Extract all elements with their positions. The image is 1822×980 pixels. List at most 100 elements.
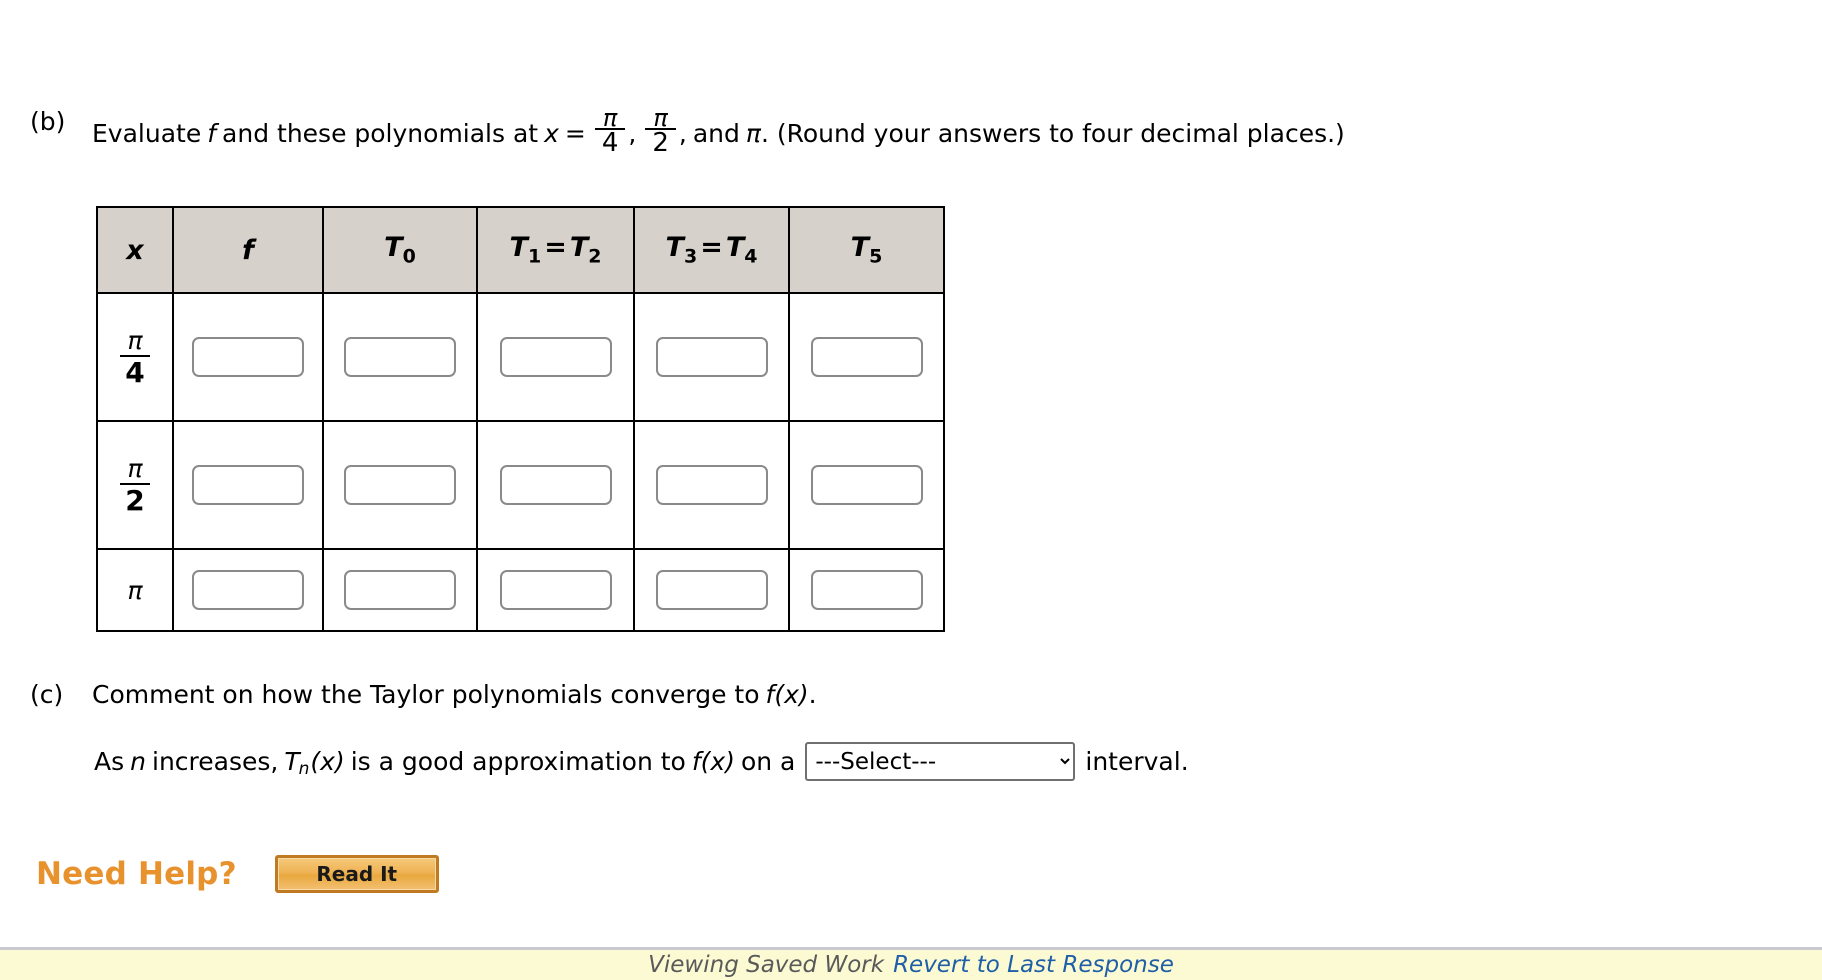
header-text-2: T [725, 232, 745, 264]
answer-input-t5-pi4[interactable] [810, 337, 923, 377]
answer-input-f-pi[interactable] [192, 570, 304, 610]
need-help-section: Need Help? Read It [36, 855, 439, 893]
table-body: π 4 π 2 π [96, 292, 945, 632]
evaluation-table: x f T0 T1 = T2 T3 = T4 T5 π 4 π 2 π [96, 206, 945, 632]
column-header-t1-eq-t2: T1 = T2 [476, 206, 635, 294]
part-b-var-x: x [544, 118, 559, 148]
header-subscript-2: 2 [588, 245, 602, 268]
answer-input-t12-pi[interactable] [499, 570, 612, 610]
interval-select-dropdown[interactable]: ---Select--- [805, 742, 1076, 781]
fraction-denominator: 4 [601, 128, 619, 158]
answer-input-f-pi2[interactable] [192, 465, 304, 505]
answer-input-t5-pi2[interactable] [810, 465, 923, 505]
header-subscript: 5 [869, 245, 883, 268]
table-row: π 4 [96, 292, 945, 422]
part-b-text-1: Evaluate [92, 118, 202, 148]
header-text: T [384, 232, 403, 264]
answer-input-t0-pi[interactable] [344, 570, 456, 610]
table-header: x f T0 T1 = T2 T3 = T4 T5 [96, 206, 945, 294]
part-c-prompt: (c) Comment on how the Taylor polynomial… [30, 682, 817, 707]
fraction-denominator: 2 [125, 483, 145, 517]
cell-t0-row1 [322, 292, 478, 422]
need-help-label: Need Help? [36, 856, 237, 892]
answer-input-t0-pi4[interactable] [344, 337, 456, 377]
fraction-denominator: 2 [652, 128, 669, 158]
cell-t0-row3 [322, 548, 478, 632]
answer-input-t5-pi[interactable] [810, 570, 923, 610]
table-row: π 2 [96, 420, 945, 550]
header-subscript-2: 4 [744, 245, 758, 268]
fraction-numerator: π [127, 325, 143, 355]
part-b-text: Evaluate f and these polynomials at x = … [92, 96, 1345, 157]
read-it-button[interactable]: Read It [274, 855, 439, 893]
fraction-pi-over-2: π 2 [645, 104, 676, 158]
header-text: f [242, 234, 254, 266]
header-equals: = [700, 232, 723, 264]
part-b-equals: = [564, 118, 586, 148]
row-label-pi-over-2: π 2 [96, 420, 174, 550]
answer-input-f-pi4[interactable] [192, 337, 304, 377]
worksheet-page: (b) Evaluate f and these polynomials at … [0, 0, 1822, 980]
row-label-pi: π [96, 548, 174, 632]
revert-to-last-response-link[interactable]: Revert to Last Response [893, 952, 1174, 978]
fraction-label: π 2 [120, 456, 150, 515]
column-header-t5: T5 [788, 206, 945, 294]
header-text: T [665, 232, 684, 264]
part-b-text-2: and these polynomials at [222, 118, 539, 148]
line2-text-5: interval. [1085, 747, 1189, 776]
viewing-saved-work-text: Viewing Saved Work [648, 952, 885, 978]
line2-fx: f(x) [691, 747, 735, 776]
column-header-f: f [172, 206, 324, 294]
part-b-text-4: . (Round your answers to four decimal pl… [760, 118, 1345, 148]
pi-label: π [127, 578, 142, 603]
part-b-comma-2: , [678, 118, 687, 148]
part-c-text: Comment on how the Taylor polynomials co… [92, 682, 817, 707]
line2-paren-x: (x) [310, 747, 345, 776]
header-text-2: T [569, 232, 589, 264]
line2-text-2: increases, [152, 747, 279, 776]
cell-t12-row2 [476, 420, 635, 550]
cell-t5-row3 [788, 548, 945, 632]
cell-f-row1 [172, 292, 324, 422]
table-header-row: x f T0 T1 = T2 T3 = T4 T5 [96, 206, 945, 294]
header-equals: = [544, 232, 567, 264]
fraction-numerator: π [127, 453, 143, 483]
line2-text-3: is a good approximation to [350, 747, 686, 776]
cell-f-row3 [172, 548, 324, 632]
fraction-pi-over-4: π 4 [594, 104, 626, 158]
fraction-numerator: π [602, 104, 618, 132]
column-header-t3-eq-t4: T3 = T4 [633, 206, 790, 294]
cell-f-row2 [172, 420, 324, 550]
header-text: T [509, 232, 528, 264]
saved-work-bar: Viewing Saved Work Revert to Last Respon… [0, 950, 1822, 980]
part-c-fx: f(x) [765, 680, 809, 709]
answer-input-t34-pi4[interactable] [655, 337, 768, 377]
cell-t34-row2 [633, 420, 790, 550]
part-b-pi-symbol: π [745, 118, 761, 148]
part-c-answer-line: As n increases, Tn (x) is a good approxim… [94, 742, 1189, 781]
cell-t12-row1 [476, 292, 635, 422]
evaluation-table-wrapper: x f T0 T1 = T2 T3 = T4 T5 π 4 π 2 π [96, 206, 945, 632]
fraction-label: π 4 [120, 328, 150, 387]
cell-t34-row1 [633, 292, 790, 422]
column-header-t0: T0 [322, 206, 478, 294]
header-subscript: 3 [683, 245, 698, 268]
part-c-label: (c) [30, 680, 64, 709]
answer-input-t34-pi2[interactable] [655, 465, 768, 505]
header-subscript: 1 [527, 245, 542, 268]
header-text: x [126, 234, 144, 266]
answer-input-t12-pi4[interactable] [499, 337, 612, 377]
header-text: T [850, 232, 870, 264]
fraction-numerator: π [653, 104, 668, 132]
answer-input-t0-pi2[interactable] [344, 465, 456, 505]
header-subscript: 0 [402, 245, 416, 268]
row-label-pi-over-4: π 4 [96, 292, 174, 422]
line2-subscript-n: n [298, 758, 310, 779]
table-row: π [96, 548, 945, 632]
pi-symbol: π [127, 575, 143, 605]
line2-text-1: As [94, 747, 125, 776]
part-b-prompt: (b) Evaluate f and these polynomials at … [30, 96, 1345, 157]
answer-input-t12-pi2[interactable] [499, 465, 612, 505]
answer-input-t34-pi[interactable] [655, 570, 768, 610]
line2-T: T [284, 747, 300, 776]
